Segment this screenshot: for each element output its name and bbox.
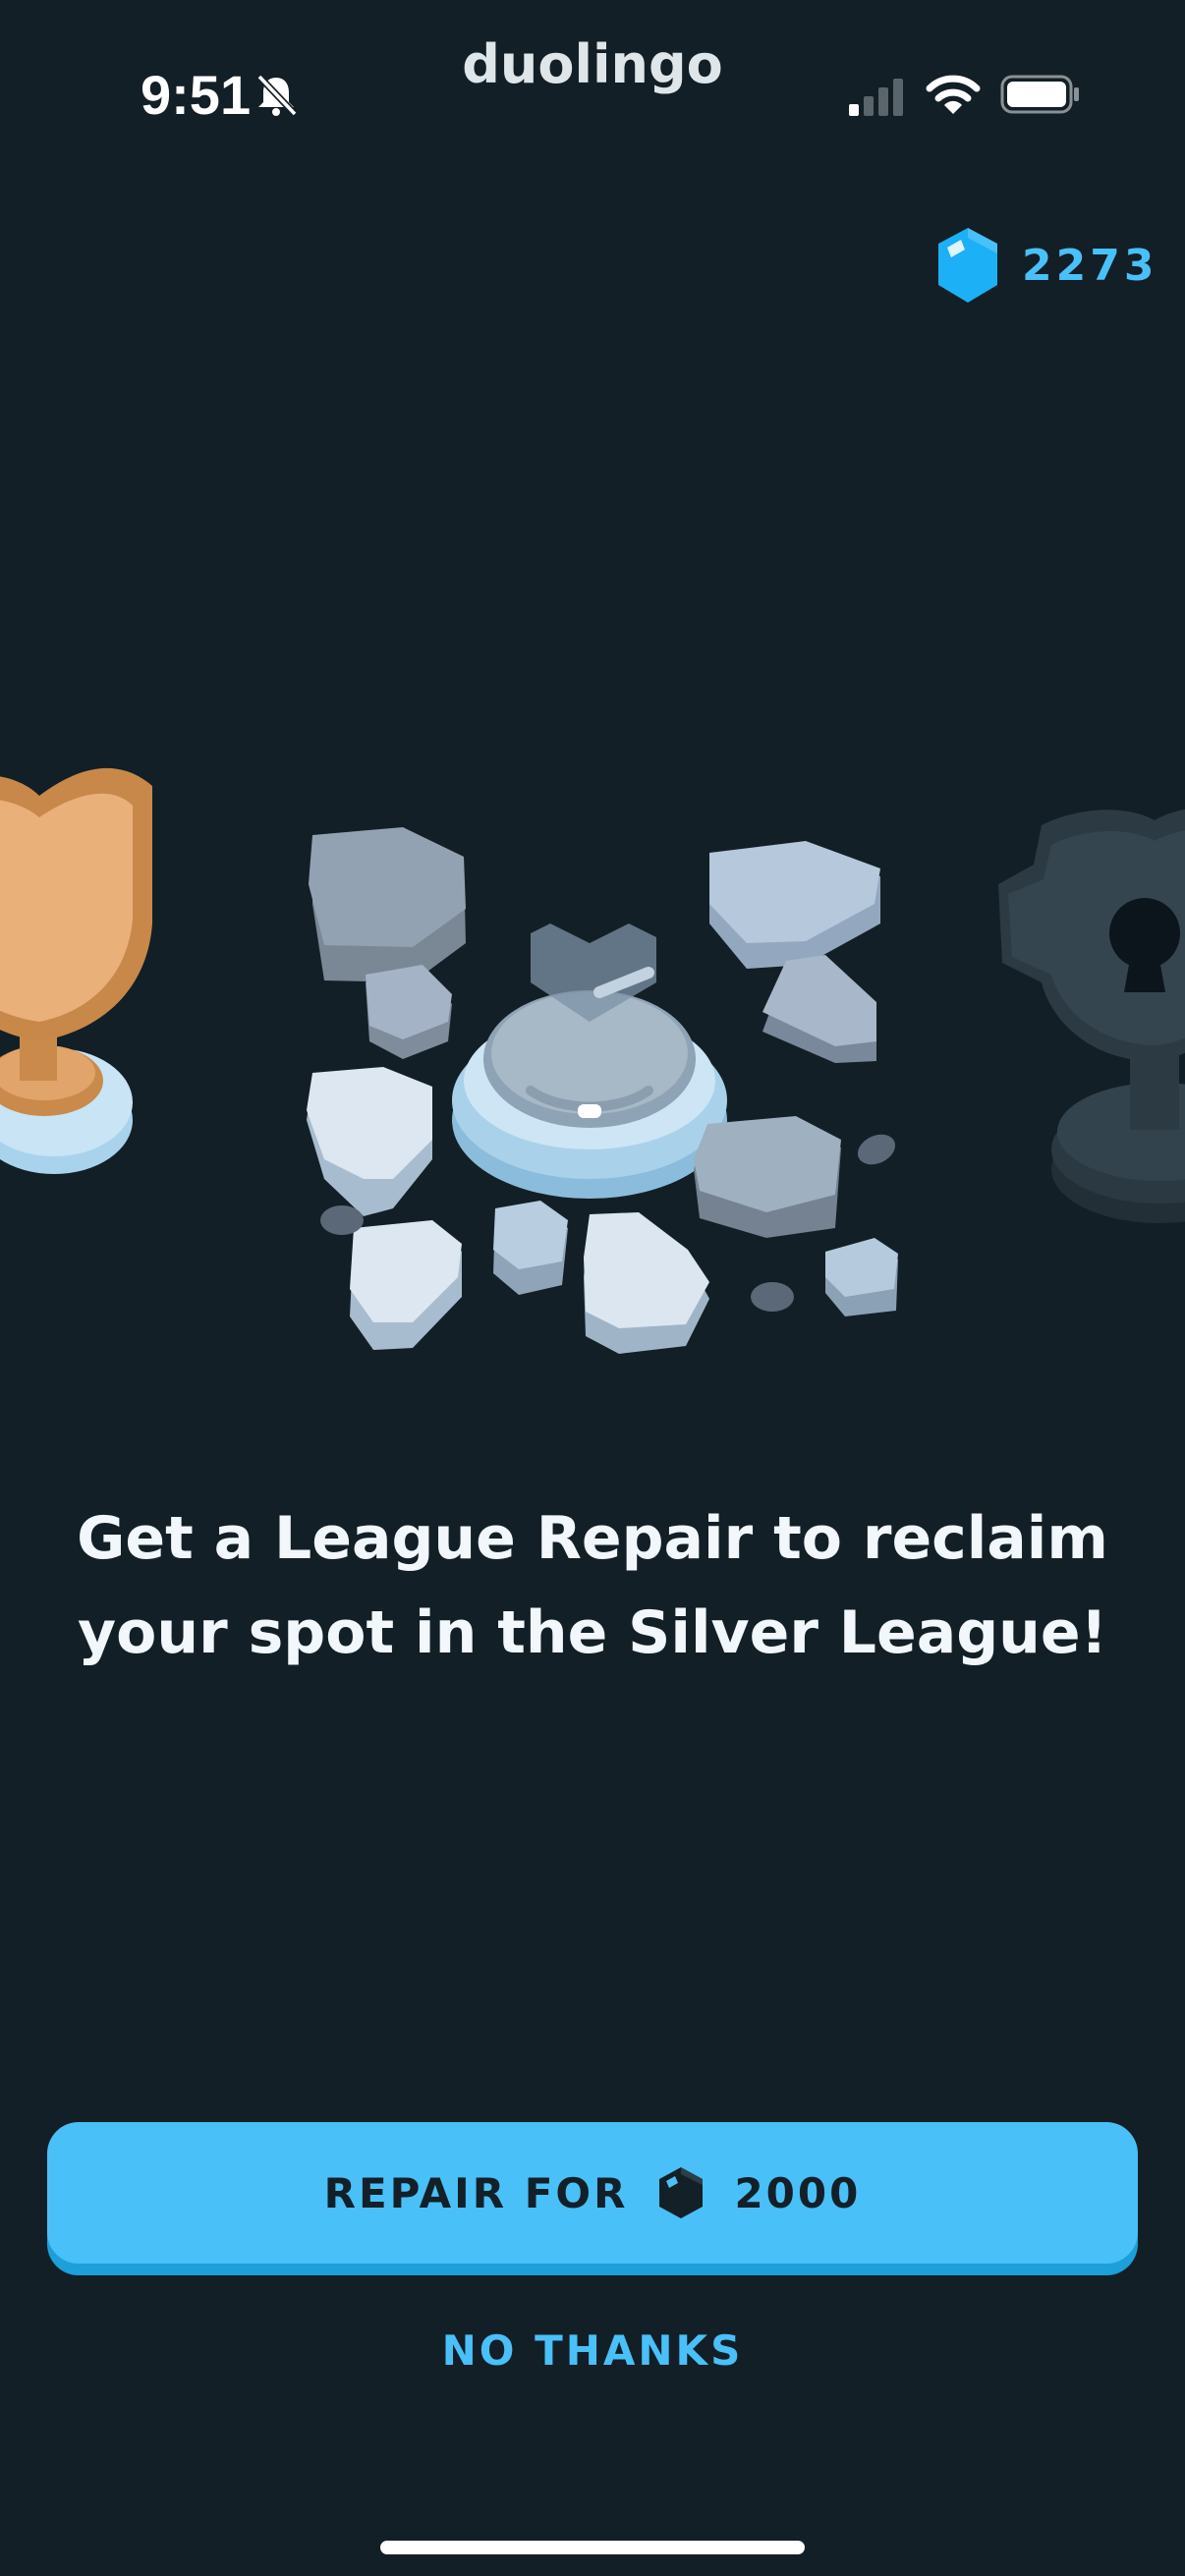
locked-trophy [998, 810, 1185, 1223]
gem-icon [938, 228, 997, 303]
gem-counter[interactable]: 2273 [935, 224, 1157, 307]
headline-line-1: Get a League Repair to reclaim [77, 1504, 1108, 1573]
signal-icon [849, 79, 903, 116]
repair-button[interactable]: REPAIR FOR 2000 [47, 2122, 1138, 2264]
headline: Get a League Repair to reclaim your spot… [59, 1491, 1126, 1680]
league-illustration [0, 767, 1185, 1354]
battery-icon [1000, 75, 1079, 114]
home-indicator[interactable] [380, 2541, 805, 2554]
bronze-trophy [0, 767, 152, 1174]
repair-button-label: REPAIR FOR [323, 2168, 629, 2217]
wifi-icon [926, 75, 981, 114]
no-thanks-button[interactable]: NO THANKS [0, 2326, 1185, 2375]
repair-button-cost: 2000 [734, 2168, 862, 2217]
gem-count: 2273 [1022, 240, 1158, 291]
headline-line-2: your spot in the Silver League! [78, 1598, 1107, 1667]
gem-icon [659, 2167, 704, 2218]
shattered-silver-trophy [307, 827, 898, 1354]
